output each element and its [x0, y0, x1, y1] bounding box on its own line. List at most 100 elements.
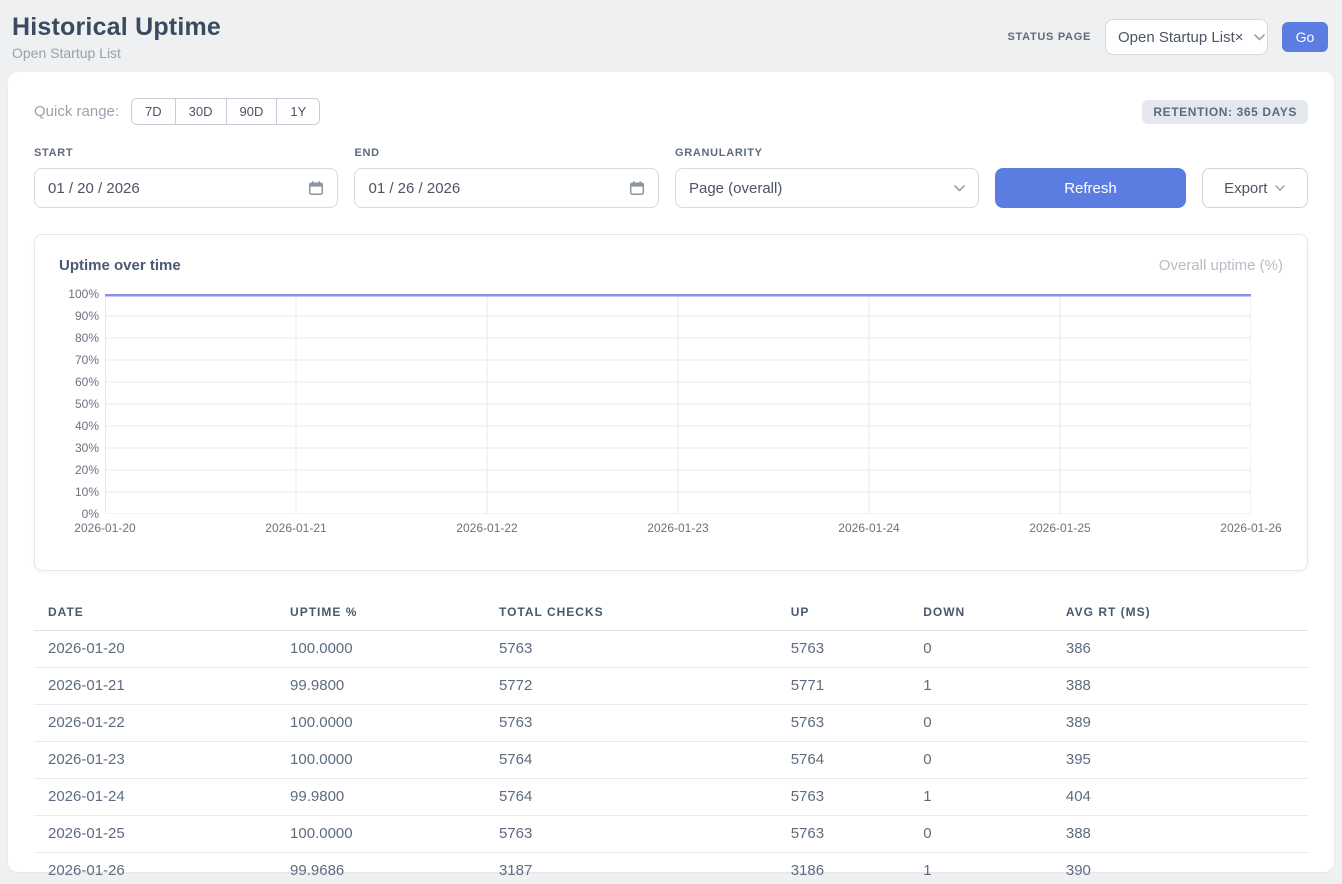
page-title: Historical Uptime — [12, 13, 221, 42]
chart-y-axis: 100%90%80%70%60%50%40%30%20%10%0% — [59, 294, 105, 514]
table-cell: 390 — [1052, 853, 1308, 884]
chevron-down-icon — [1275, 185, 1285, 191]
table-row: 2026-01-22100.0000576357630389 — [34, 705, 1308, 742]
table-cell: 5763 — [777, 779, 909, 816]
quick-range-button-group: 7D30D90D1Y — [131, 98, 320, 125]
chart-body: 100%90%80%70%60%50%40%30%20%10%0% 2026-0… — [59, 294, 1283, 543]
quick-range-label: Quick range: — [34, 103, 119, 120]
table-row: 2026-01-2199.9800577257711388 — [34, 668, 1308, 705]
chart-header: Uptime over time Overall uptime (%) — [59, 257, 1283, 274]
uptime-table: DATEUPTIME %TOTAL CHECKSUPDOWNAVG RT (MS… — [34, 595, 1308, 884]
chevron-down-icon — [1254, 34, 1265, 41]
y-axis-tick-label: 90% — [75, 309, 99, 323]
export-button-label: Export — [1224, 180, 1267, 197]
table-cell: 1 — [909, 779, 1052, 816]
table-row: 2026-01-2499.9800576457631404 — [34, 779, 1308, 816]
page: Historical Uptime Open Startup List STAT… — [0, 0, 1342, 884]
granularity-select[interactable]: Page (overall) — [675, 168, 979, 208]
top-header: Historical Uptime Open Startup List STAT… — [0, 0, 1342, 72]
table-cell: 100.0000 — [276, 816, 485, 853]
table-cell: 100.0000 — [276, 705, 485, 742]
chart-plot-area: 2026-01-202026-01-212026-01-222026-01-23… — [105, 294, 1251, 543]
table-cell: 404 — [1052, 779, 1308, 816]
table-cell: 5763 — [485, 816, 777, 853]
chevron-down-icon — [954, 185, 965, 192]
y-axis-tick-label: 70% — [75, 353, 99, 367]
uptime-line-chart — [105, 294, 1251, 514]
table-cell: 5764 — [485, 742, 777, 779]
end-date-input[interactable]: 01 / 26 / 2026 — [354, 168, 658, 208]
table-row: 2026-01-23100.0000576457640395 — [34, 742, 1308, 779]
x-axis-tick-label: 2026-01-21 — [265, 521, 326, 535]
start-date-value: 01 / 20 / 2026 — [48, 180, 140, 197]
x-axis-tick-label: 2026-01-24 — [838, 521, 899, 535]
quick-range-button-30d[interactable]: 30D — [175, 99, 226, 124]
quick-range-button-90d[interactable]: 90D — [226, 99, 277, 124]
table-cell: 388 — [1052, 816, 1308, 853]
table-cell: 3186 — [777, 853, 909, 884]
x-axis-tick-label: 2026-01-22 — [456, 521, 517, 535]
chart-title: Uptime over time — [59, 257, 181, 274]
start-date-field-wrap: START 01 / 20 / 2026 — [34, 147, 338, 208]
end-date-value: 01 / 26 / 2026 — [368, 180, 460, 197]
y-axis-tick-label: 60% — [75, 375, 99, 389]
column-header: UPTIME % — [276, 595, 485, 631]
table-cell: 2026-01-25 — [34, 816, 276, 853]
main-panel: Quick range: 7D30D90D1Y RETENTION: 365 D… — [8, 72, 1334, 872]
y-axis-tick-label: 50% — [75, 397, 99, 411]
page-subtitle: Open Startup List — [12, 45, 221, 61]
quick-range-group-wrap: Quick range: 7D30D90D1Y — [34, 98, 320, 125]
quick-range-button-7d[interactable]: 7D — [132, 99, 175, 124]
export-button[interactable]: Export — [1202, 168, 1308, 208]
table-cell: 0 — [909, 816, 1052, 853]
table-cell: 0 — [909, 631, 1052, 668]
table-cell: 5772 — [485, 668, 777, 705]
y-axis-tick-label: 10% — [75, 485, 99, 499]
x-axis-tick-label: 2026-01-25 — [1029, 521, 1090, 535]
quick-range-button-1y[interactable]: 1Y — [276, 99, 319, 124]
calendar-icon[interactable] — [629, 180, 645, 196]
table-cell: 99.9800 — [276, 779, 485, 816]
table-cell: 5771 — [777, 668, 909, 705]
end-date-field-wrap: END 01 / 26 / 2026 — [354, 147, 658, 208]
table-cell: 2026-01-26 — [34, 853, 276, 884]
table-cell: 99.9800 — [276, 668, 485, 705]
calendar-icon[interactable] — [308, 180, 324, 196]
go-button[interactable]: Go — [1282, 22, 1328, 52]
y-axis-tick-label: 40% — [75, 419, 99, 433]
table-cell: 2026-01-23 — [34, 742, 276, 779]
y-axis-tick-label: 100% — [68, 287, 99, 301]
chart-legend-label: Overall uptime (%) — [1159, 257, 1283, 274]
filter-form-row: START 01 / 20 / 2026 END 01 / 26 / 2026 — [34, 147, 1308, 208]
refresh-button[interactable]: Refresh — [995, 168, 1185, 208]
table-cell: 5763 — [777, 816, 909, 853]
table-cell: 5763 — [777, 631, 909, 668]
table-header-row: DATEUPTIME %TOTAL CHECKSUPDOWNAVG RT (MS… — [34, 595, 1308, 631]
table-cell: 100.0000 — [276, 742, 485, 779]
granularity-field-wrap: GRANULARITY Page (overall) — [675, 147, 979, 208]
table-cell: 5763 — [485, 631, 777, 668]
table-cell: 1 — [909, 668, 1052, 705]
column-header: TOTAL CHECKS — [485, 595, 777, 631]
table-cell: 5764 — [777, 742, 909, 779]
table-cell: 5763 — [777, 705, 909, 742]
status-page-selected-value: Open Startup List× — [1118, 29, 1244, 46]
x-axis-tick-label: 2026-01-23 — [647, 521, 708, 535]
end-date-label: END — [354, 147, 658, 159]
table-row: 2026-01-2699.9686318731861390 — [34, 853, 1308, 884]
title-block: Historical Uptime Open Startup List — [12, 13, 221, 61]
column-header: UP — [777, 595, 909, 631]
start-date-label: START — [34, 147, 338, 159]
table-cell: 3187 — [485, 853, 777, 884]
table-cell: 100.0000 — [276, 631, 485, 668]
granularity-selected-value: Page (overall) — [689, 180, 782, 197]
status-page-select[interactable]: Open Startup List× — [1105, 19, 1268, 55]
x-axis-tick-label: 2026-01-20 — [74, 521, 135, 535]
uptime-chart-card: Uptime over time Overall uptime (%) 100%… — [34, 234, 1308, 571]
chart-x-axis: 2026-01-202026-01-212026-01-222026-01-23… — [105, 521, 1251, 543]
granularity-label: GRANULARITY — [675, 147, 979, 159]
status-page-label: STATUS PAGE — [1008, 31, 1091, 43]
y-axis-tick-label: 80% — [75, 331, 99, 345]
start-date-input[interactable]: 01 / 20 / 2026 — [34, 168, 338, 208]
y-axis-tick-label: 30% — [75, 441, 99, 455]
